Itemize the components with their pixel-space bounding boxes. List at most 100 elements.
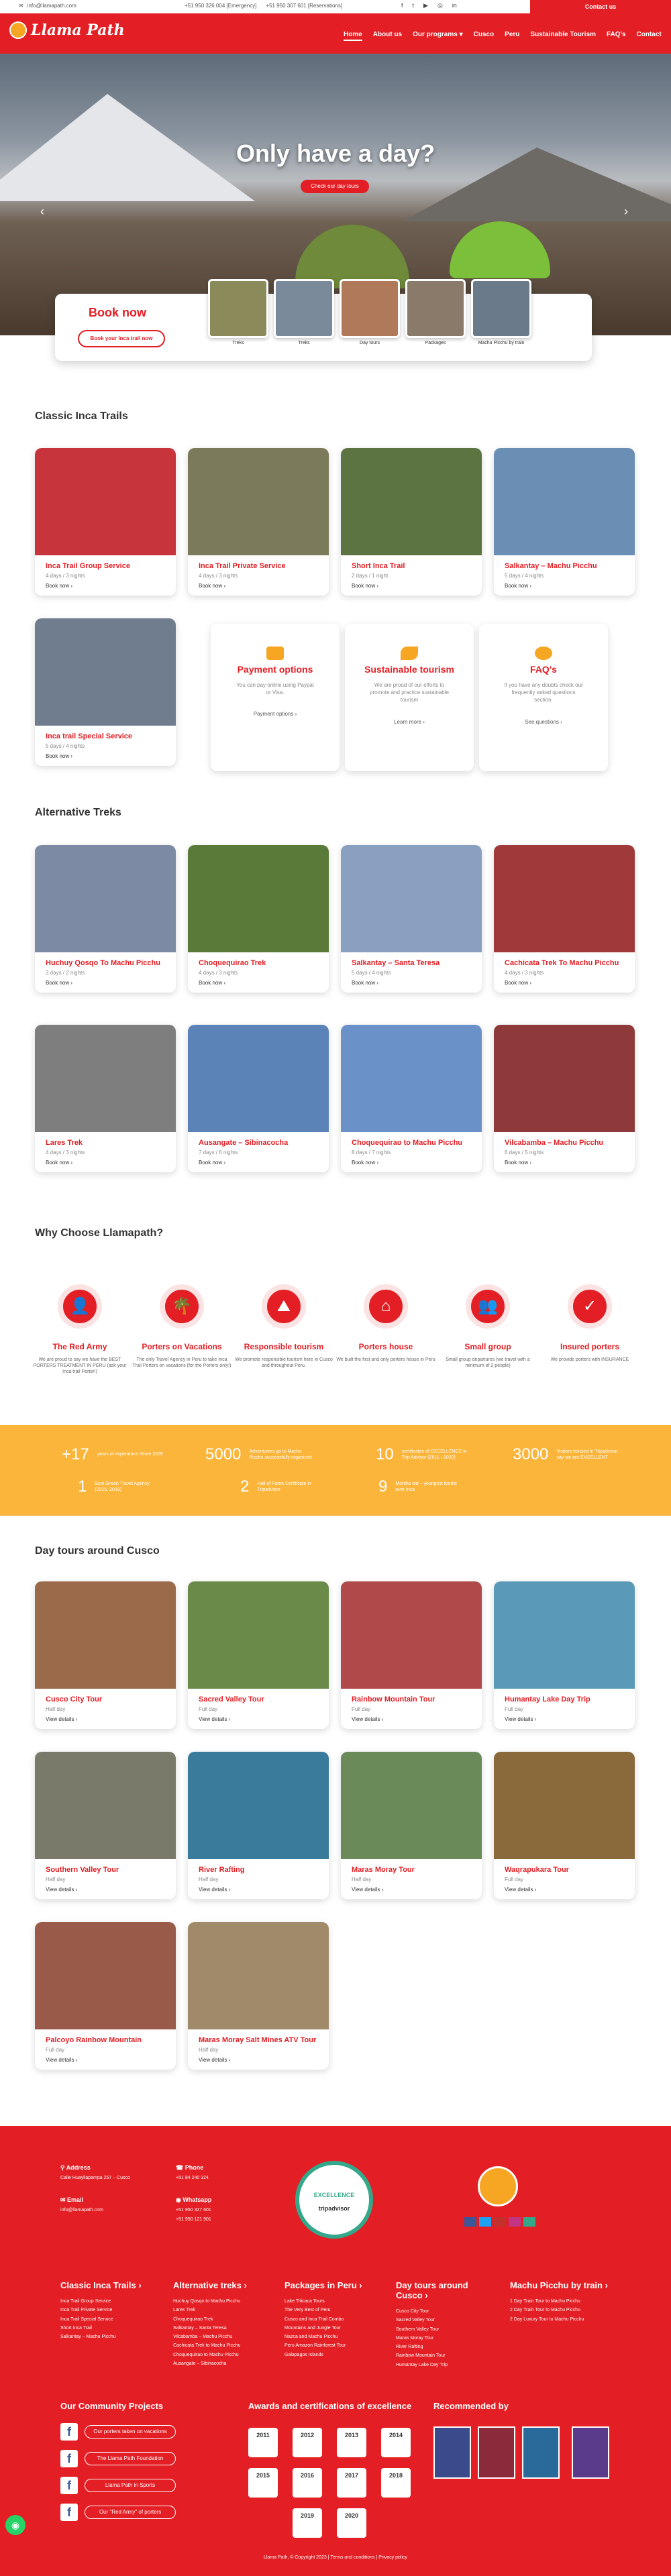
learn-more-link[interactable]: Learn more ›	[345, 719, 474, 725]
card-inca-trail-group[interactable]: Inca Trail Group Service 4 days / 3 night…	[35, 448, 176, 596]
emergency-phone[interactable]: +51 950 326 004 [Emergency]	[185, 3, 256, 9]
book-now-link[interactable]: Book now ›	[188, 1156, 329, 1172]
nav-programs[interactable]: Our programs ▾	[413, 31, 462, 41]
card-salkantay[interactable]: Salkantay – Machu Picchu 5 days / 4 night…	[494, 448, 635, 596]
card-cachicata[interactable]: Cachicata Trek To Machu Picchu 4 days / 3…	[494, 845, 635, 993]
card-maras-moray[interactable]: Maras Moray Tour Half day View details ›	[341, 1752, 482, 1899]
footer-col-heading[interactable]: Classic Inca Trails ›	[60, 2280, 161, 2290]
book-now-link[interactable]: Book now ›	[494, 976, 635, 993]
card-sacred-valley[interactable]: Sacred Valley Tour Full day View details ›	[188, 1581, 329, 1729]
view-details-link[interactable]: View details ›	[35, 1712, 176, 1729]
instagram-icon[interactable]	[509, 2217, 521, 2227]
view-details-link[interactable]: View details ›	[494, 1883, 635, 1899]
facebook-icon[interactable]	[464, 2217, 476, 2227]
card-cusco-city-tour[interactable]: Cusco City Tour Half day View details ›	[35, 1581, 176, 1729]
nav-home[interactable]: Home	[344, 31, 362, 41]
book-now-link[interactable]: Book now ›	[35, 749, 176, 766]
book-inca-trail-button[interactable]: Book your Inca trail now	[78, 330, 165, 347]
nav-contact[interactable]: Contact	[637, 31, 662, 41]
view-details-link[interactable]: View details ›	[35, 1883, 176, 1899]
book-now-link[interactable]: Book now ›	[188, 976, 329, 993]
book-now-link[interactable]: Book now ›	[35, 1156, 176, 1172]
card-river-rafting[interactable]: River Rafting Half day View details ›	[188, 1752, 329, 1899]
card-ausangate[interactable]: Ausangate – Sibinacocha 7 days / 6 nights…	[188, 1025, 329, 1172]
day-tours-button[interactable]: Check our day tours	[301, 180, 369, 193]
book-now-link[interactable]: Book now ›	[35, 579, 176, 596]
card-choquequirao-mp[interactable]: Choquequirao to Machu Picchu 8 days / 7 n…	[341, 1025, 482, 1172]
card-rainbow-mountain[interactable]: Rainbow Mountain Tour Full day View detail…	[341, 1581, 482, 1729]
footer-col-heading[interactable]: Day tours around Cusco ›	[396, 2280, 497, 2300]
facebook-icon[interactable]: f	[60, 2477, 78, 2494]
twitter-icon[interactable]	[479, 2217, 491, 2227]
card-huchuy-qosqo[interactable]: Huchuy Qosqo To Machu Picchu 3 days / 2 n…	[35, 845, 176, 993]
view-details-link[interactable]: View details ›	[341, 1712, 482, 1729]
card-vilcabamba[interactable]: Vilcabamba – Machu Picchu 6 days / 5 nigh…	[494, 1025, 635, 1172]
sustainable-tourism-card[interactable]: Sustainable tourism We are proud of our e…	[345, 624, 474, 771]
facebook-icon[interactable]: f	[60, 2450, 78, 2467]
view-details-link[interactable]: View details ›	[494, 1712, 635, 1729]
card-salkantay-santa-teresa[interactable]: Salkantay – Santa Teresa 5 days / 4 night…	[341, 845, 482, 993]
thumb-image	[274, 279, 334, 338]
thumb-train[interactable]: Machu Picchu by train	[471, 279, 531, 345]
tripadvisor-icon[interactable]	[523, 2217, 535, 2227]
prev-arrow-icon[interactable]: ‹	[40, 205, 44, 219]
nav-peru[interactable]: Peru	[505, 31, 519, 41]
community-link[interactable]: The Llama Path Foundation	[85, 2452, 176, 2465]
facebook-icon[interactable]: f	[60, 2504, 78, 2521]
card-southern-valley[interactable]: Southern Valley Tour Half day View details…	[35, 1752, 176, 1899]
email-contact[interactable]: ✉ info@llamapath.com	[19, 3, 76, 9]
twitter-icon[interactable]: t	[413, 2, 415, 9]
see-questions-link[interactable]: See questions ›	[479, 719, 608, 725]
book-now-link[interactable]: Book now ›	[188, 579, 329, 596]
nav-about[interactable]: About us	[373, 31, 402, 41]
card-choquequirao[interactable]: Choquequirao Trek 4 days / 3 nights Book n…	[188, 845, 329, 993]
card-inca-trail-private[interactable]: Inca Trail Private Service 4 days / 3 nig…	[188, 448, 329, 596]
card-palcoyo[interactable]: Palcoyo Rainbow Mountain Full day View det…	[35, 1922, 176, 2070]
view-details-link[interactable]: View details ›	[341, 1883, 482, 1899]
thumb-treks-2[interactable]: Treks	[274, 279, 334, 345]
footer-col-heading[interactable]: Packages in Peru ›	[285, 2280, 385, 2290]
footer-col-heading[interactable]: Machu Picchu by train ›	[510, 2280, 624, 2290]
view-details-link[interactable]: View details ›	[35, 2053, 176, 2070]
card-lares[interactable]: Lares Trek 4 days / 3 nights Book now ›	[35, 1025, 176, 1172]
card-waqrapukara[interactable]: Waqrapukara Tour Full day View details ›	[494, 1752, 635, 1899]
card-atv-tour[interactable]: Maras Moray Salt Mines ATV Tour Half day V…	[188, 1922, 329, 2070]
instagram-icon[interactable]: ◎	[437, 2, 443, 9]
facebook-icon[interactable]: f	[401, 2, 403, 9]
book-now-link[interactable]: Book now ›	[494, 1156, 635, 1172]
nav-sustainable[interactable]: Sustainable Tourism	[530, 31, 596, 41]
book-now-link[interactable]: Book now ›	[494, 579, 635, 596]
card-inca-trail-special[interactable]: Inca trail Special Service 5 days / 4 nig…	[35, 618, 176, 766]
card-short-inca-trail[interactable]: Short Inca Trail 2 days / 1 night Book now…	[341, 448, 482, 596]
payment-options-card[interactable]: Payment options You can pay online using …	[211, 624, 340, 771]
view-details-link[interactable]: View details ›	[188, 2053, 329, 2070]
payment-options-link[interactable]: Payment options ›	[211, 711, 340, 717]
contact-us-button[interactable]: Contact us	[530, 0, 671, 13]
book-now-link[interactable]: Book now ›	[35, 976, 176, 993]
thumb-day-tours[interactable]: Day tours	[340, 279, 400, 345]
youtube-icon[interactable]: ▶	[423, 2, 428, 9]
thumb-treks[interactable]: Treks	[208, 279, 268, 345]
facebook-icon[interactable]: f	[60, 2423, 78, 2441]
thumb-packages[interactable]: Packages	[405, 279, 466, 345]
whatsapp-float-button[interactable]: ◉	[5, 2515, 25, 2535]
footer-email-link[interactable]: info@llamapath.com	[60, 2206, 168, 2215]
community-link[interactable]: Our porters taken on vacations	[85, 2425, 176, 2439]
faqs-card[interactable]: FAQ's If you have any doubts check our fr…	[479, 624, 608, 771]
community-link[interactable]: Llama Path in Sports	[85, 2479, 176, 2492]
logo[interactable]: Llama Path	[9, 21, 125, 39]
youtube-icon[interactable]	[494, 2217, 506, 2227]
linkedin-icon[interactable]: in	[452, 2, 457, 9]
nav-faqs[interactable]: FAQ's	[607, 31, 626, 41]
view-details-link[interactable]: View details ›	[188, 1883, 329, 1899]
footer-col-heading[interactable]: Alternative treks ›	[173, 2280, 280, 2290]
book-now-link[interactable]: Book now ›	[341, 976, 482, 993]
book-now-link[interactable]: Book now ›	[341, 1156, 482, 1172]
view-details-link[interactable]: View details ›	[188, 1712, 329, 1729]
community-link[interactable]: Our "Red Army" of porters	[85, 2506, 176, 2519]
next-arrow-icon[interactable]: ›	[624, 205, 628, 219]
reservations-phone[interactable]: +51 950 307 601 [Reservations]	[266, 3, 342, 9]
book-now-link[interactable]: Book now ›	[341, 579, 482, 596]
card-humantay-lake[interactable]: Humantay Lake Day Trip Full day View detai…	[494, 1581, 635, 1729]
nav-cusco[interactable]: Cusco	[474, 31, 495, 41]
